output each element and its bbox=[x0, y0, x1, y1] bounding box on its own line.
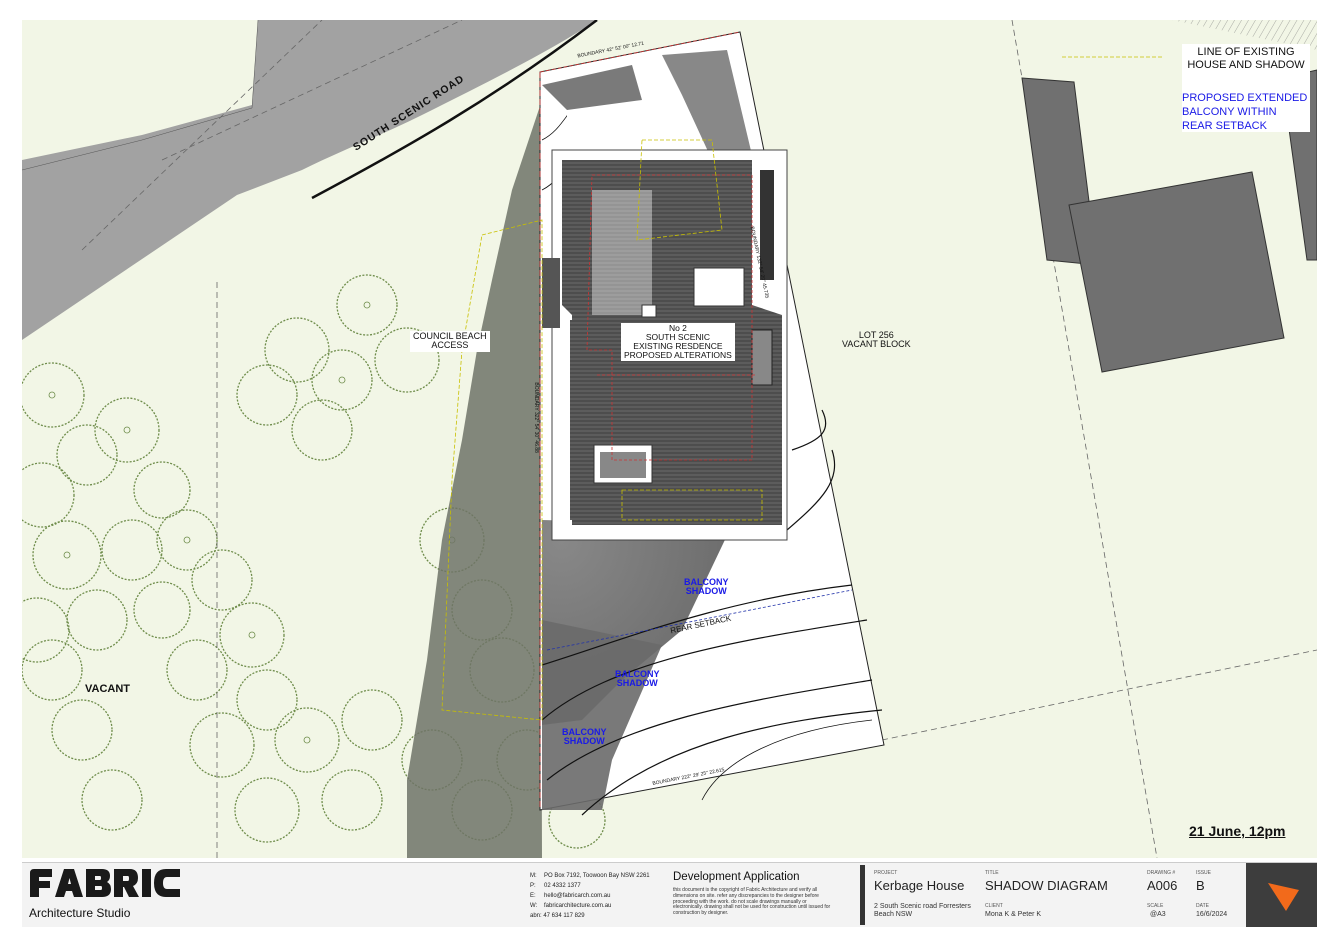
balcony-shadow-label-2: BALCONY SHADOW bbox=[615, 669, 660, 689]
date-field-label: DATE bbox=[1196, 903, 1209, 909]
council-access-label: COUNCIL BEACH ACCESS bbox=[410, 331, 490, 352]
lot-label: LOT 256 VACANT BLOCK bbox=[842, 330, 911, 350]
title-block-divider bbox=[860, 865, 865, 925]
vacant-label: VACANT bbox=[85, 683, 131, 695]
client-name: Mona K & Peter K bbox=[985, 911, 1042, 918]
legend-proposed: PROPOSED EXTENDED BALCONY WITHIN REAR SE… bbox=[1182, 92, 1308, 132]
north-arrow-icon bbox=[1268, 883, 1299, 911]
fabric-logo bbox=[30, 869, 180, 897]
legend-existing: LINE OF EXISTING HOUSE AND SHADOW bbox=[1187, 46, 1305, 72]
copyright-note: this document is the copyright of Fabric… bbox=[673, 887, 831, 916]
client-label: CLIENT bbox=[985, 903, 1003, 909]
house-label: No 2 SOUTH SCENIC EXISTING RESDENCE PROP… bbox=[621, 323, 735, 361]
scale-value: @A3 bbox=[1150, 911, 1166, 918]
contact-email: E: hello@fabricarch.com.au bbox=[530, 893, 611, 899]
shadow-area bbox=[407, 100, 542, 858]
drawing-number: A006 bbox=[1147, 878, 1178, 893]
legend: LINE OF EXISTING HOUSE AND SHADOW PROPOS… bbox=[1182, 44, 1310, 132]
studio-name: Architecture Studio bbox=[29, 906, 131, 920]
date-value: 16/6/2024 bbox=[1196, 911, 1228, 918]
drawing-number-label: DRAWING # bbox=[1147, 870, 1176, 876]
site-plan bbox=[22, 20, 1317, 858]
contact-web: W: fabricarchitecture.com.au bbox=[530, 903, 612, 909]
balcony-shadow-label-1: BALCONY SHADOW bbox=[684, 577, 729, 597]
project-name: Kerbage House bbox=[874, 878, 965, 893]
contact-mail: M: PO Box 7192, Toowoon Bay NSW 2261 bbox=[530, 873, 650, 879]
date-label: 21 June, 12pm bbox=[1189, 823, 1286, 839]
boundary-left-label: BOUNDARY 322° 54' 30" 46.88 bbox=[532, 382, 539, 453]
neighbour-house-2 bbox=[1068, 171, 1285, 373]
drawing-title: SHADOW DIAGRAM bbox=[985, 878, 1108, 893]
balcony-shadow-label-3: BALCONY SHADOW bbox=[562, 727, 607, 747]
title-block: Architecture Studio M: PO Box 7192, Toowo… bbox=[22, 862, 1317, 927]
project-address: 2 South Scenic road Forresters Beach NSW bbox=[874, 903, 971, 919]
project-label: PROJECT bbox=[874, 870, 898, 876]
issue-label: ISSUE bbox=[1196, 870, 1212, 876]
abn: abn: 47 634 117 829 bbox=[530, 913, 585, 919]
contact-phone: P: 02 4332 1377 bbox=[530, 883, 581, 889]
north-arrow-badge bbox=[1246, 863, 1317, 927]
skylight bbox=[693, 267, 745, 307]
issue-value: B bbox=[1196, 878, 1205, 893]
da-title: Development Application bbox=[673, 871, 800, 883]
scale-label: SCALE bbox=[1147, 903, 1164, 909]
title-label: TITLE bbox=[985, 870, 999, 876]
drawing-sheet: SOUTH SCENIC ROAD COUNCIL BEACH ACCESS N… bbox=[22, 20, 1317, 858]
